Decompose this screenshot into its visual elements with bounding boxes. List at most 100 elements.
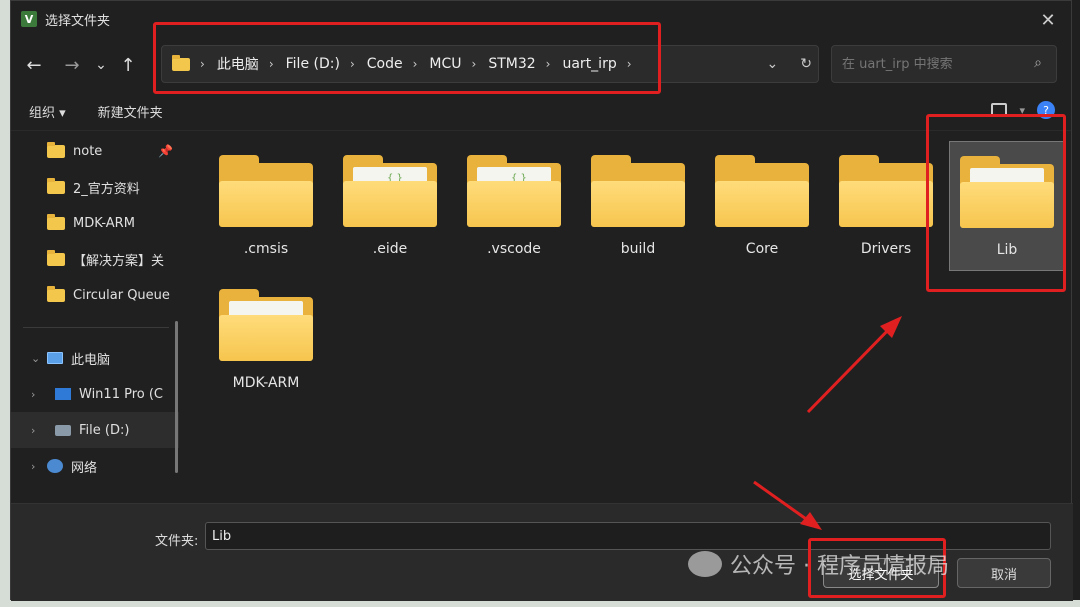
chevron-right-icon[interactable]: › <box>31 424 47 437</box>
back-button[interactable]: ← <box>17 48 51 82</box>
folder-item-vscode[interactable]: { } .vscode <box>459 133 569 261</box>
folder-name: .cmsis <box>243 241 289 257</box>
sidebar-item-this-pc[interactable]: ⌄ 此电脑 <box>11 340 179 376</box>
folder-icon <box>47 249 65 266</box>
chevron-down-icon[interactable]: ▾ <box>1019 104 1025 117</box>
address-dropdown-icon[interactable]: ⌄ <box>767 56 779 72</box>
folder-icon <box>715 155 809 227</box>
folder-icon <box>172 54 190 71</box>
recent-locations-button[interactable]: ⌄ <box>89 48 113 82</box>
search-box[interactable]: ⌕ <box>831 45 1057 83</box>
folder-icon: { } <box>343 155 437 227</box>
folder-name: Core <box>745 241 779 257</box>
app-icon: V <box>21 11 37 27</box>
sidebar-divider <box>23 327 169 328</box>
command-toolbar: 组织 ▾ 新建文件夹 ▾ ? <box>11 93 1071 131</box>
sidebar-item-label: MDK-ARM <box>73 215 135 231</box>
folder-item-build[interactable]: build <box>583 133 693 261</box>
breadcrumb-this-pc[interactable]: 此电脑 <box>217 54 259 74</box>
folder-name: MDK-ARM <box>232 375 300 391</box>
sidebar-item-solution[interactable]: 【解决方案】关 <box>11 241 179 277</box>
folder-icon <box>47 213 65 230</box>
breadcrumb-uart-irp[interactable]: uart_irp <box>562 56 616 72</box>
sidebar-item-official-docs[interactable]: 2_官方资料 <box>11 169 179 205</box>
sidebar-item-label: Win11 Pro (C <box>79 386 163 402</box>
folder-view: .cmsis { } .eide { } .vscode build Core … <box>189 133 1073 503</box>
folder-item-eide[interactable]: { } .eide <box>335 133 445 261</box>
cancel-button[interactable]: 取消 <box>957 558 1051 588</box>
folder-item-mdk-arm[interactable]: MDK-ARM <box>211 267 321 395</box>
folder-name: build <box>620 241 656 257</box>
folder-icon <box>47 177 65 194</box>
chevron-right-icon[interactable]: › <box>31 460 47 473</box>
breadcrumb-drive-d[interactable]: File (D:) <box>286 56 340 72</box>
folder-item-lib[interactable]: Lib <box>949 141 1065 271</box>
breadcrumb-stm32[interactable]: STM32 <box>488 56 535 72</box>
refresh-icon[interactable]: ↻ <box>800 56 812 72</box>
pin-icon: 📌 <box>158 144 173 158</box>
sidebar-item-note[interactable]: note 📌 <box>11 133 179 169</box>
folder-item-drivers[interactable]: Drivers <box>831 133 941 261</box>
sidebar-item-label: 【解决方案】关 <box>73 253 165 269</box>
chevron-right-icon: › <box>412 57 418 71</box>
navigation-pane: note 📌 2_官方资料 MDK-ARM 【解决方案】关 Circular Q… <box>11 133 179 503</box>
sidebar-item-label: 2_官方资料 <box>73 181 140 197</box>
help-icon[interactable]: ? <box>1037 101 1055 119</box>
breadcrumb-code[interactable]: Code <box>367 56 403 72</box>
title-bar: V 选择文件夹 ✕ <box>11 1 1071 37</box>
view-options-icon[interactable] <box>991 103 1008 117</box>
select-folder-dialog: V 选择文件夹 ✕ ← → ⌄ ↑ › 此电脑 › File (D:) › Co… <box>10 0 1073 601</box>
chevron-down-icon[interactable]: ⌄ <box>31 352 47 365</box>
sidebar-item-drive-d[interactable]: › File (D:) <box>11 412 179 448</box>
windows-drive-icon <box>55 388 71 400</box>
folder-icon <box>219 155 313 227</box>
folder-icon <box>960 156 1054 228</box>
forward-button[interactable]: → <box>55 48 89 82</box>
sidebar-item-circular-queue[interactable]: Circular Queue <box>11 277 179 313</box>
folder-icon <box>47 285 65 302</box>
chevron-right-icon: › <box>200 57 205 71</box>
folder-name: .vscode <box>487 241 541 257</box>
search-input[interactable] <box>842 56 1022 72</box>
close-icon[interactable]: ✕ <box>1035 7 1061 33</box>
select-folder-button[interactable]: 选择文件夹 <box>823 558 939 588</box>
chevron-right-icon: › <box>626 57 632 71</box>
new-folder-button[interactable]: 新建文件夹 <box>98 102 163 121</box>
folder-icon <box>47 141 65 158</box>
chevron-right-icon: › <box>349 57 355 71</box>
sidebar-item-label: Circular Queue <box>73 287 170 303</box>
breadcrumb-mcu[interactable]: MCU <box>429 56 461 72</box>
folder-item-cmsis[interactable]: .cmsis <box>211 133 321 261</box>
folder-icon <box>839 155 933 227</box>
sidebar-item-label: 网络 <box>71 460 98 476</box>
folder-field-label: 文件夹: <box>155 534 199 549</box>
network-icon <box>47 459 63 473</box>
chevron-right-icon: › <box>545 57 551 71</box>
folder-name: Drivers <box>860 241 912 257</box>
sidebar-item-mdk-arm[interactable]: MDK-ARM <box>11 205 179 241</box>
background-window-edge <box>0 0 10 607</box>
folder-name-field[interactable] <box>205 522 1051 550</box>
navigation-bar: ← → ⌄ ↑ › 此电脑 › File (D:) › Code › MCU ›… <box>11 37 1071 93</box>
folder-icon: { } <box>467 155 561 227</box>
address-bar[interactable]: › 此电脑 › File (D:) › Code › MCU › STM32 ›… <box>161 45 819 83</box>
up-button[interactable]: ↑ <box>113 48 143 82</box>
chevron-right-icon: › <box>471 57 477 71</box>
chevron-right-icon: › <box>268 57 274 71</box>
sidebar-item-network[interactable]: › 网络 <box>11 448 179 484</box>
folder-icon <box>219 289 313 361</box>
search-icon[interactable]: ⌕ <box>1034 55 1042 71</box>
sidebar-item-label: note <box>73 143 103 159</box>
sidebar-item-drive-c[interactable]: › Win11 Pro (C <box>11 376 179 412</box>
dialog-footer: 文件夹: 选择文件夹 取消 <box>11 503 1073 601</box>
computer-icon <box>47 352 63 364</box>
drive-icon <box>55 424 71 436</box>
sidebar-item-label: 此电脑 <box>71 352 111 368</box>
organize-button[interactable]: 组织 ▾ <box>29 102 66 121</box>
background-window-edge-bottom <box>0 600 1080 607</box>
chevron-right-icon[interactable]: › <box>31 388 47 401</box>
sidebar-item-label: File (D:) <box>79 422 130 438</box>
sidebar-scrollbar[interactable] <box>175 321 178 473</box>
folder-item-core[interactable]: Core <box>707 133 817 261</box>
dialog-title: 选择文件夹 <box>45 13 111 29</box>
